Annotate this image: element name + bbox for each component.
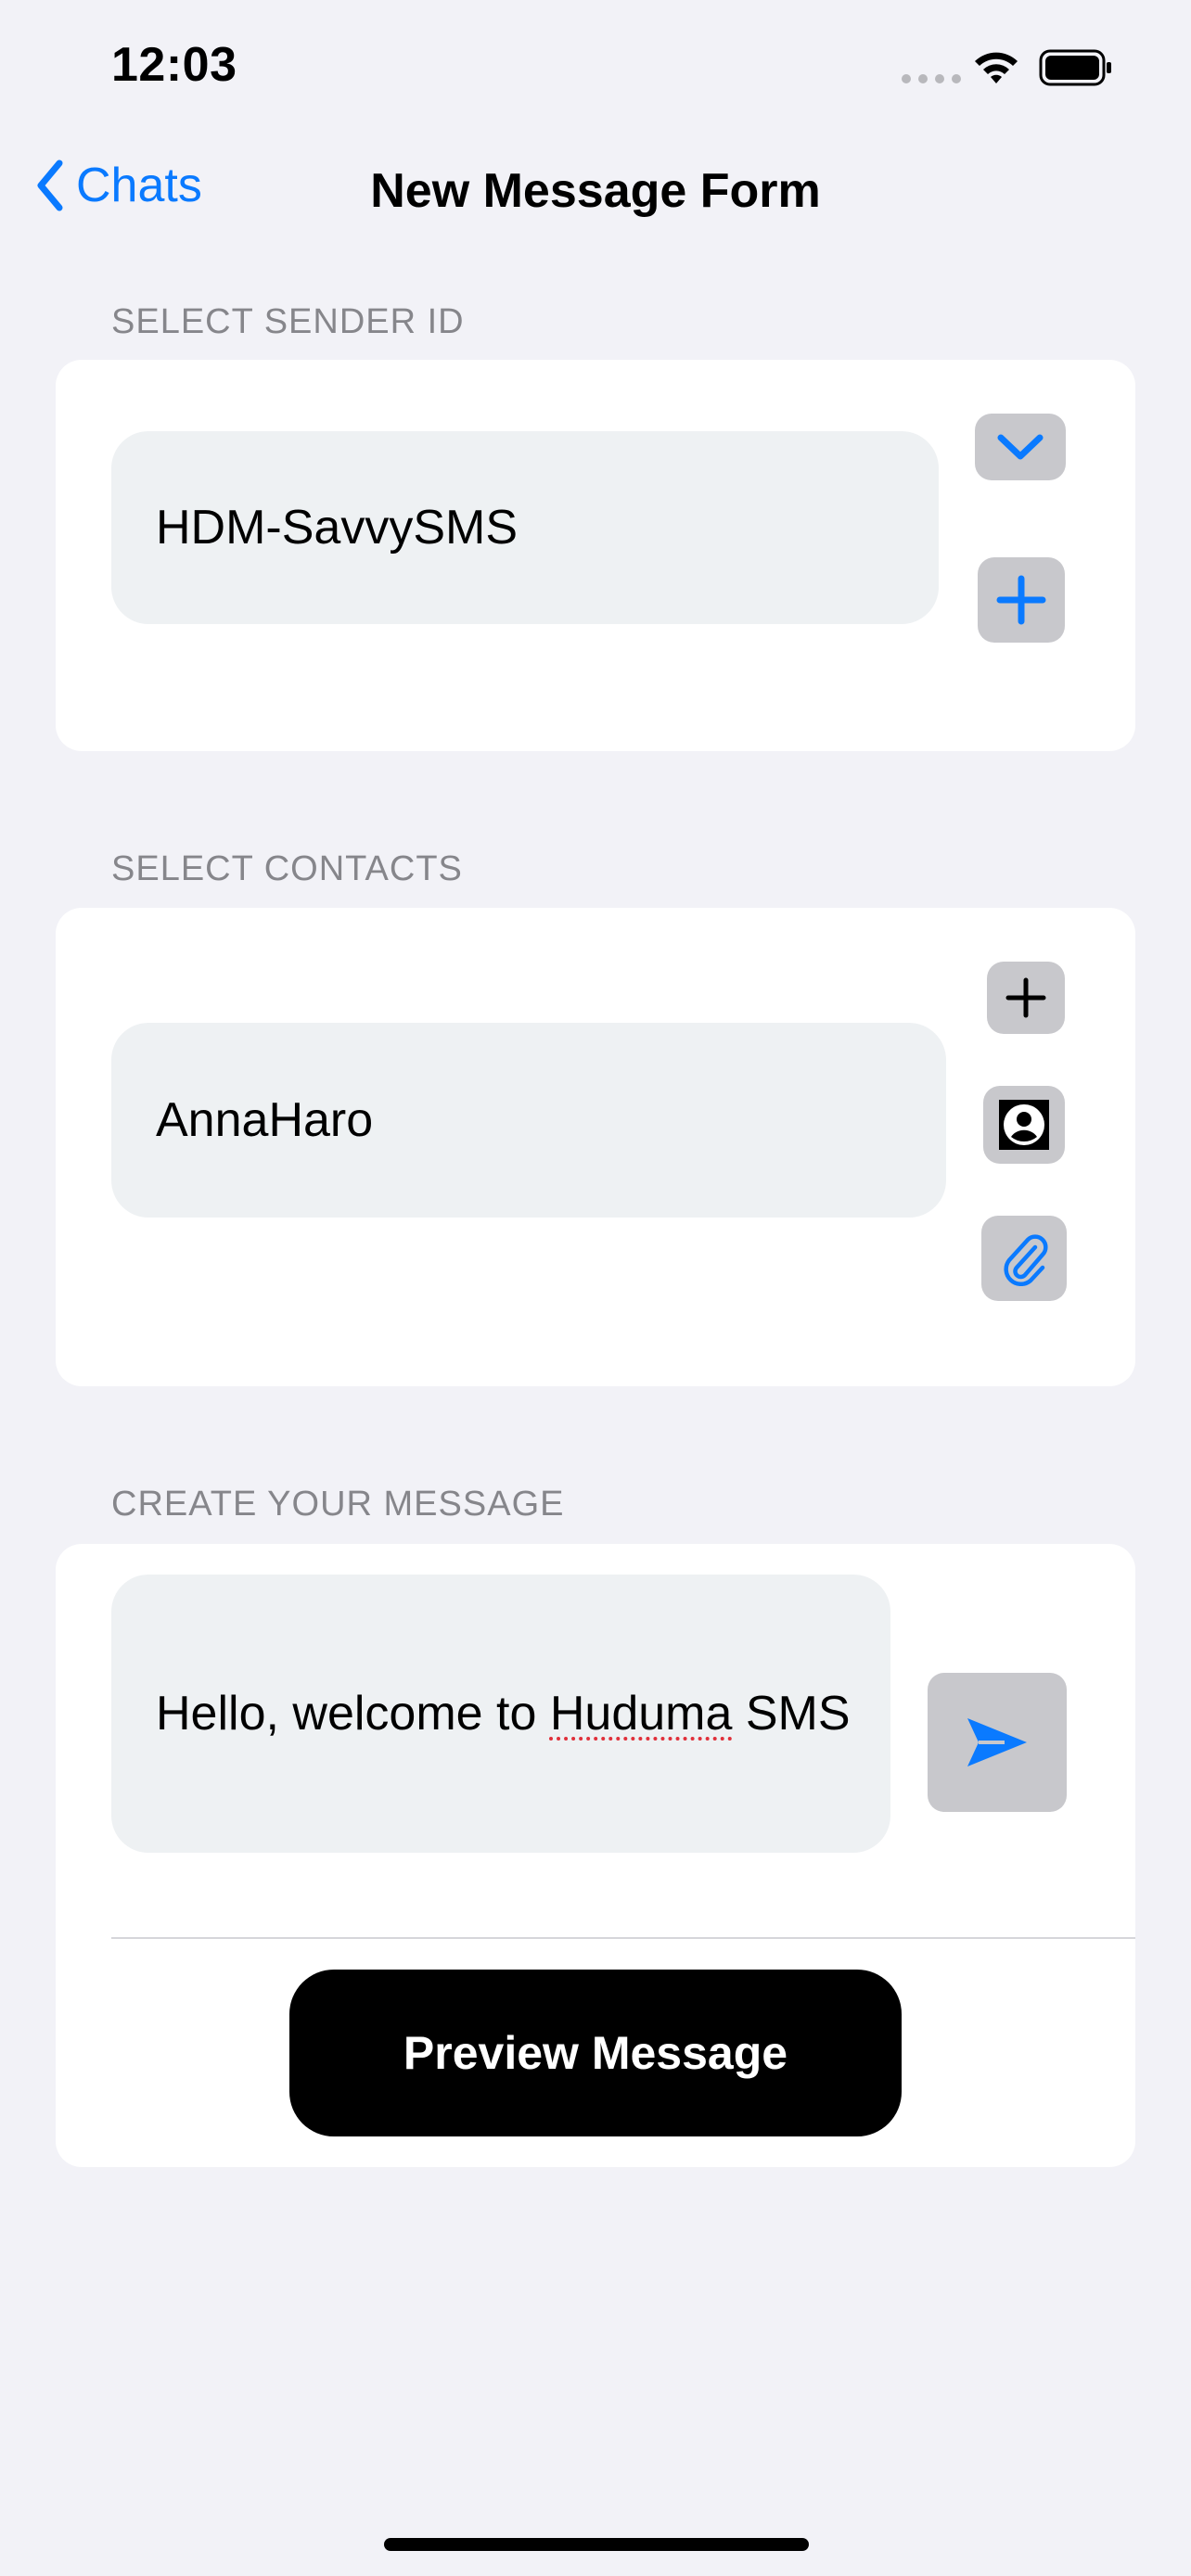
sender-section-header: SELECT SENDER ID [111,302,465,341]
send-button[interactable] [928,1673,1067,1812]
add-sender-button[interactable] [978,557,1065,643]
status-time: 12:03 [111,38,237,92]
sender-dropdown-button[interactable] [975,414,1066,480]
sender-id-value: HDM-SavvySMS [156,501,519,555]
contacts-field[interactable]: AnnaHaro [111,1023,946,1218]
preview-message-button[interactable]: Preview Message [289,1970,902,2136]
page-title: New Message Form [370,164,821,218]
contacts-section-header: SELECT CONTACTS [111,849,463,888]
add-contact-button[interactable] [987,962,1065,1034]
chevron-down-icon [997,434,1044,460]
plus-icon [996,575,1046,625]
wifi-icon [975,52,1018,83]
plus-icon [1005,977,1046,1018]
section-divider [111,1937,1135,1939]
pick-contact-button[interactable] [983,1086,1065,1164]
attach-contacts-button[interactable] [981,1216,1067,1301]
contact-icon [999,1100,1049,1150]
message-field[interactable]: Hello, welcome to Huduma SMS [111,1575,890,1853]
sender-id-field[interactable]: HDM-SavvySMS [111,431,939,624]
misspelled-word: Huduma [549,1687,733,1741]
message-value: Hello, welcome to Huduma SMS [156,1687,851,1741]
cellular-signal-icon [902,74,961,83]
home-indicator[interactable] [384,2538,809,2551]
contacts-value: AnnaHaro [156,1093,374,1147]
battery-icon [1039,49,1111,86]
message-section-header: CREATE YOUR MESSAGE [111,1485,565,1524]
paperclip-icon [1004,1234,1048,1286]
send-icon [967,1718,1027,1766]
